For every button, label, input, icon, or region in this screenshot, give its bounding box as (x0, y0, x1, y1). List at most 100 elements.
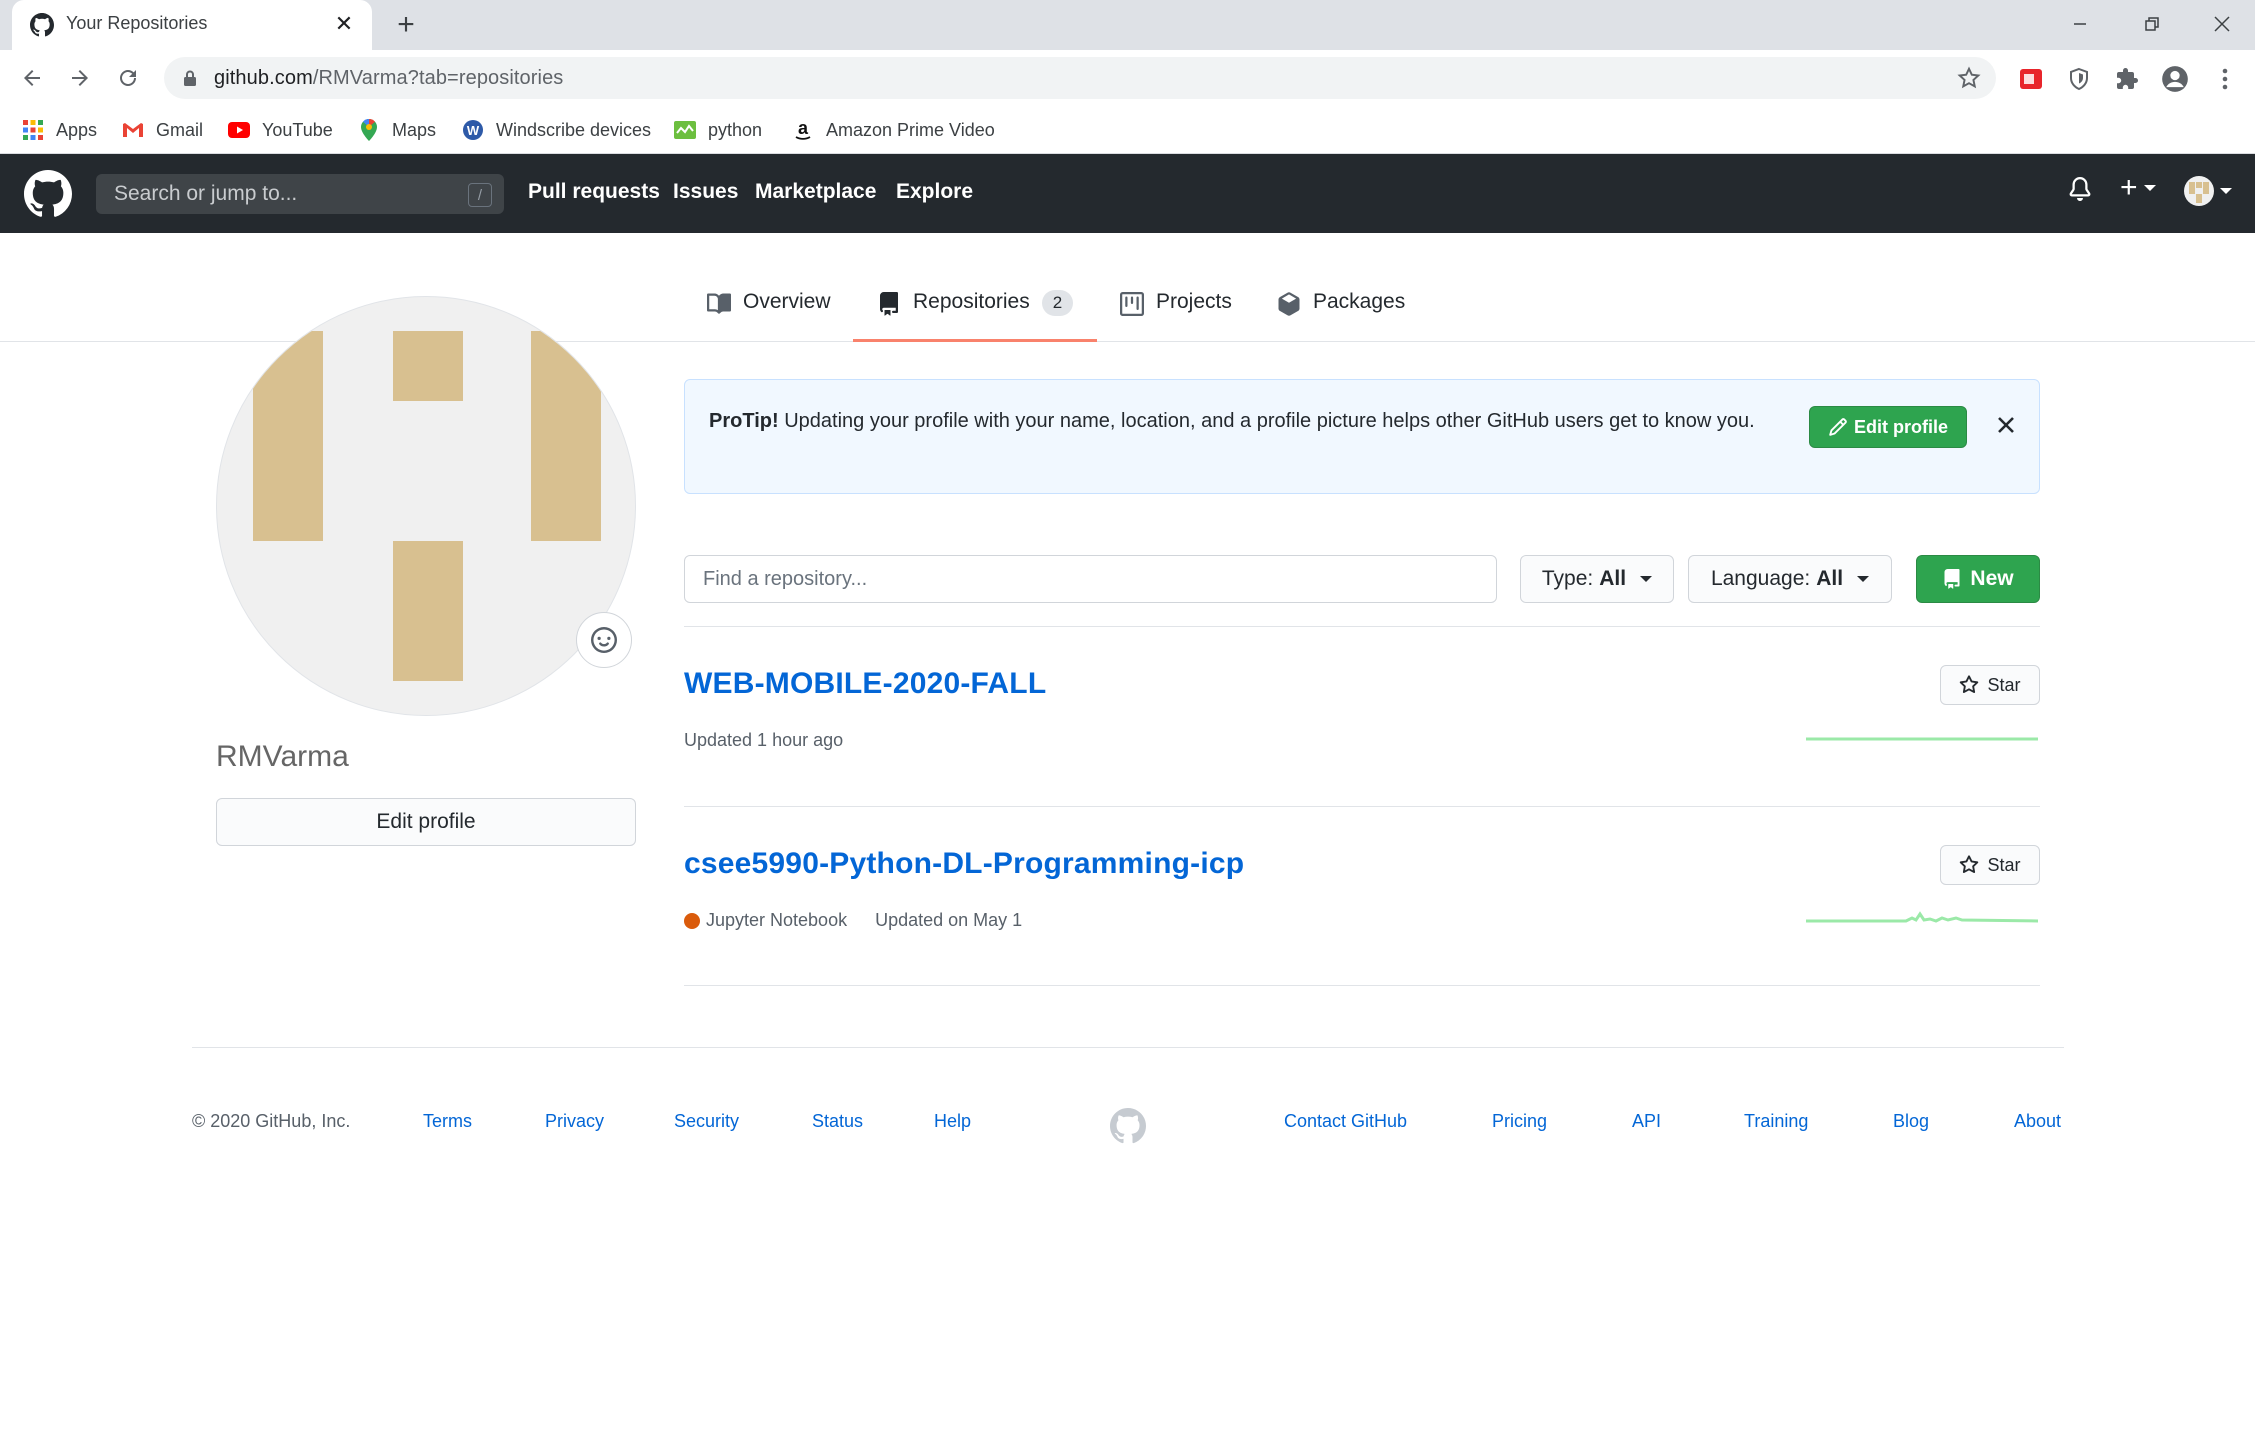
type-filter-value: All (1599, 567, 1627, 590)
url-text: github.com/RMVarma?tab=repositories (214, 67, 563, 90)
tab-label: Overview (743, 290, 831, 313)
protip-title: ProTip! (709, 410, 779, 432)
find-repository-field (684, 555, 1497, 603)
bookmark-windscribe[interactable]: W Windscribe devices (462, 116, 651, 144)
footer-link-status[interactable]: Status (812, 1111, 863, 1132)
browser-tabstrip: Your Repositories ✕ + (0, 0, 2255, 50)
bookmark-python[interactable]: python (674, 116, 762, 144)
repo-icon (880, 292, 898, 316)
tab-label: Packages (1313, 290, 1406, 313)
nav-marketplace[interactable]: Marketplace (755, 180, 876, 204)
footer-link-about[interactable]: About (2014, 1111, 2061, 1132)
repo-link-web-mobile[interactable]: WEB-MOBILE-2020-FALL (684, 667, 1046, 701)
bookmark-amazon-prime-video[interactable]: a Amazon Prime Video (792, 116, 995, 144)
new-repository-button[interactable]: New (1916, 555, 2040, 603)
browser-toolbar: github.com/RMVarma?tab=repositories (0, 50, 2255, 106)
footer-link-training[interactable]: Training (1744, 1111, 1808, 1132)
footer-link-blog[interactable]: Blog (1893, 1111, 1929, 1132)
profile-avatar[interactable] (216, 296, 636, 716)
reload-icon[interactable] (112, 62, 144, 94)
footer-link-security[interactable]: Security (674, 1111, 739, 1132)
close-window-icon[interactable] (2200, 8, 2244, 40)
github-favicon-icon (30, 13, 54, 37)
protip-edit-profile-button[interactable]: Edit profile (1809, 406, 1967, 448)
new-tab-button[interactable]: + (390, 8, 422, 41)
nav-explore[interactable]: Explore (896, 180, 973, 204)
list-divider (684, 985, 2040, 986)
apps-grid-icon (22, 119, 44, 141)
language-filter-value: All (1816, 567, 1844, 590)
url-host: github.com (214, 67, 313, 89)
find-repository-input[interactable] (685, 556, 1496, 602)
repo-count-badge: 2 (1041, 290, 1074, 316)
footer-copyright: © 2020 GitHub, Inc. (192, 1111, 351, 1131)
tab-projects[interactable]: Projects (1120, 290, 1232, 342)
minimize-icon[interactable] (2058, 8, 2102, 40)
search-input[interactable] (96, 174, 504, 214)
tab-label: Repositories (913, 290, 1030, 313)
tab-overview[interactable]: Overview (707, 290, 831, 342)
bookmark-maps[interactable]: Maps (358, 116, 436, 144)
notifications-bell-icon[interactable] (2068, 176, 2092, 202)
repo-language: Jupyter Notebook (706, 910, 848, 930)
star-button[interactable]: Star (1940, 845, 2040, 885)
close-tab-icon[interactable]: ✕ (330, 10, 358, 38)
bookmark-label: Windscribe devices (496, 119, 652, 140)
bookmark-apps[interactable]: Apps (22, 116, 97, 144)
browser-menu-icon[interactable] (2210, 64, 2240, 94)
dismiss-x-icon[interactable] (1991, 410, 2021, 440)
extensions-puzzle-icon[interactable] (2112, 64, 2142, 94)
bookmark-youtube[interactable]: YouTube (228, 116, 333, 144)
bookmark-star-icon[interactable] (1956, 65, 1982, 91)
footer-link-contact[interactable]: Contact GitHub (1284, 1111, 1407, 1132)
bookmark-gmail[interactable]: Gmail (122, 116, 203, 144)
activity-sparkline (1806, 911, 2038, 923)
windscribe-icon: W (462, 119, 484, 141)
bookmark-label: Amazon Prime Video (826, 119, 995, 140)
chevron-down-icon (1857, 576, 1870, 582)
repo-link-csee5990[interactable]: csee5990-Python-DL-Programming-icp (684, 847, 1244, 881)
bookmark-label: Maps (392, 119, 437, 140)
set-status-smiley-icon[interactable] (576, 612, 632, 668)
forward-arrow-icon[interactable] (64, 62, 96, 94)
book-icon (707, 293, 731, 314)
language-filter-label: Language: (1710, 567, 1811, 590)
repo-updated-time: Updated on May 1 (875, 910, 1023, 930)
type-filter-dropdown[interactable]: Type: All (1520, 555, 1674, 603)
footer-link-pricing[interactable]: Pricing (1492, 1111, 1547, 1132)
chevron-down-icon (2220, 188, 2232, 194)
bookmarks-bar: Apps Gmail YouTube Maps W Windscribe dev… (0, 106, 2255, 154)
account-icon[interactable] (2160, 64, 2190, 94)
footer-link-terms[interactable]: Terms (423, 1111, 472, 1132)
lock-icon (184, 70, 196, 86)
language-filter-dropdown[interactable]: Language: All (1688, 555, 1892, 603)
footer-link-help[interactable]: Help (934, 1111, 971, 1132)
tab-repositories[interactable]: Repositories 2 (853, 290, 1098, 342)
footer-link-api[interactable]: API (1632, 1111, 1661, 1132)
restore-icon[interactable] (2130, 8, 2174, 40)
tab-packages[interactable]: Packages (1277, 290, 1405, 342)
protip-message: ProTip! Updating your profile with your … (709, 406, 1769, 437)
github-mark-icon[interactable] (1110, 1108, 1146, 1144)
nav-pull-requests[interactable]: Pull requests (528, 180, 660, 204)
github-logo-icon[interactable] (24, 170, 72, 218)
github-search: / (96, 174, 504, 214)
pdf-extension-icon[interactable] (2016, 64, 2046, 94)
shield-extension-icon[interactable] (2064, 64, 2094, 94)
list-divider (684, 626, 2040, 627)
nav-issues[interactable]: Issues (673, 180, 738, 204)
edit-profile-button[interactable]: Edit profile (216, 798, 636, 846)
back-arrow-icon[interactable] (16, 62, 48, 94)
chevron-down-icon (2143, 185, 2156, 191)
amazon-icon: a (792, 119, 814, 141)
address-bar[interactable]: github.com/RMVarma?tab=repositories (164, 57, 1996, 99)
user-menu-dropdown[interactable] (2184, 176, 2232, 206)
footer-link-privacy[interactable]: Privacy (545, 1111, 604, 1132)
pencil-icon (1829, 418, 1847, 436)
create-new-dropdown[interactable]: + (2120, 173, 2156, 203)
gmail-icon (122, 119, 144, 141)
star-button[interactable]: Star (1940, 665, 2040, 705)
identicon-block (253, 331, 323, 541)
browser-tab[interactable]: Your Repositories ✕ (12, 0, 372, 50)
repo-meta: Updated 1 hour ago (684, 730, 843, 751)
